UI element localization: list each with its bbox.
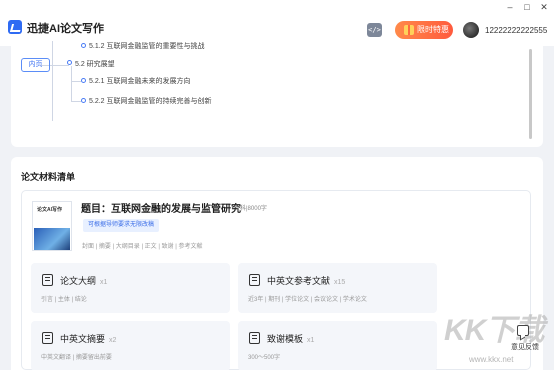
tree-node-dot (81, 78, 86, 83)
thanks-icon (249, 332, 260, 344)
close-button[interactable]: ✕ (537, 1, 551, 13)
material-name: 论文大纲 x1 (60, 276, 108, 286)
material-desc: 引言 | 主体 | 结论 (41, 297, 87, 303)
paper-meta: 专科|8000字 (234, 206, 267, 212)
outline-item[interactable]: 5.2.2 互联网金融监管的持续完善与创新 (89, 96, 212, 106)
tree-node-dot (81, 98, 86, 103)
tree-node-dot (81, 43, 86, 48)
material-item-abstract[interactable]: 中英文摘要 x2 中英文翻译 | 摘要留出前要 (31, 321, 230, 370)
abstract-icon (42, 332, 53, 344)
app-title: 迅捷AI论文写作 (27, 23, 104, 35)
outline-scrollbar[interactable] (529, 49, 532, 139)
material-count: x1 (100, 279, 108, 286)
gift-icon (404, 25, 414, 35)
tree-node-dot (67, 60, 72, 65)
cover-image (34, 228, 70, 250)
material-name: 致谢模板 x1 (267, 334, 315, 344)
feedback-button[interactable]: 意见反馈 (511, 342, 539, 352)
reference-icon (249, 274, 260, 286)
material-desc: 近3年 | 期刊 | 学位论文 | 会议论文 | 学术论文 (248, 297, 367, 303)
title-bar: 迅捷AI论文写作 </> 限时特惠 12222222222555 – □ ✕ (0, 0, 554, 46)
material-count: x2 (109, 337, 117, 344)
paper-title: 题目：互联网金融的发展与监管研究 (81, 204, 241, 215)
paper-cover: 论文AI写作 (32, 201, 72, 251)
material-count: x15 (334, 279, 346, 286)
material-name: 中英文参考文献 x15 (267, 276, 346, 286)
material-desc: 300～500字 (248, 355, 281, 361)
tree-connector (71, 81, 81, 82)
watermark-url: www.kkx.net (469, 355, 514, 364)
user-name[interactable]: 12222222222555 (485, 26, 547, 35)
code-icon[interactable]: </> (367, 23, 382, 37)
tree-connector (52, 66, 53, 121)
outline-item[interactable]: 5.2 研究展望 (75, 59, 115, 69)
minimize-button[interactable]: – (503, 1, 517, 13)
avatar[interactable] (463, 22, 479, 38)
section-title: 论文材料清单 (21, 172, 76, 182)
tree-connector (52, 41, 53, 66)
tree-connector (71, 66, 72, 102)
promo-button[interactable]: 限时特惠 (395, 21, 453, 39)
maximize-button[interactable]: □ (520, 1, 534, 13)
paper-contents: 封面 | 摘要 | 大纲目录 | 正文 | 致谢 | 参考文献 (82, 244, 203, 250)
material-item-outline[interactable]: 论文大纲 x1 引言 | 主体 | 结论 (31, 263, 230, 313)
feedback-icon[interactable] (517, 325, 529, 336)
watermark: KK下载 www.kkx.net (444, 305, 550, 367)
material-item-thanks[interactable]: 致谢模板 x1 300～500字 (238, 321, 437, 370)
outline-item[interactable]: 5.1.2 互联网金融监管的重要性与挑战 (89, 41, 205, 51)
outline-icon (42, 274, 53, 286)
material-count: x1 (307, 337, 315, 344)
material-name: 中英文摘要 x2 (60, 334, 117, 344)
tree-connector (71, 101, 81, 102)
edit-tag: 可根据导师要求无限改稿 (83, 219, 160, 232)
material-desc: 中英文翻译 | 摘要留出前要 (41, 355, 112, 361)
inner-page-tag[interactable]: 内页 (21, 58, 50, 72)
outline-panel: 内页 5.1.2 互联网金融监管的重要性与挑战 5.2 研究展望 5.2.1 互… (11, 41, 543, 147)
cover-title: 论文AI写作 (37, 207, 63, 213)
promo-label: 限时特惠 (417, 25, 449, 34)
outline-item[interactable]: 5.2.1 互联网金融未来的发展方向 (89, 76, 191, 86)
app-logo-icon (8, 20, 22, 34)
material-item-references[interactable]: 中英文参考文献 x15 近3年 | 期刊 | 学位论文 | 会议论文 | 学术论文 (238, 263, 437, 313)
